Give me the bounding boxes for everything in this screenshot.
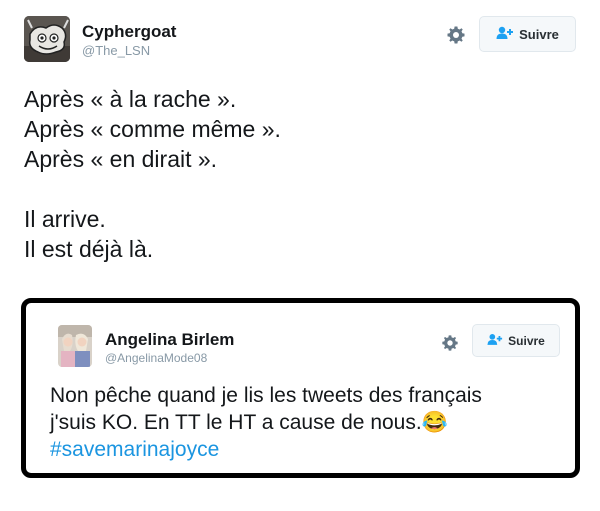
- laughing-emoji-icon: 😂: [421, 411, 448, 434]
- quoted-tweet-line: Non pêche quand je lis les tweets des fr…: [50, 384, 482, 407]
- quoted-user-name[interactable]: Angelina Birlem: [105, 330, 234, 350]
- avatar[interactable]: [24, 16, 70, 62]
- gear-icon[interactable]: [441, 334, 459, 352]
- add-user-icon: [496, 26, 514, 43]
- quoted-tweet-line: j'suis KO. En TT le HT a cause de nous.😂: [50, 409, 482, 436]
- tweet-line: Après « en dirait ».: [24, 146, 218, 172]
- tweet-line: Il est déjà là.: [24, 236, 154, 262]
- quoted-tweet-text: Non pêche quand je lis les tweets des fr…: [50, 382, 482, 463]
- tweet-header: Cyphergoat @The_LSN Suivre: [24, 14, 576, 62]
- hashtag-link[interactable]: #savemarinajoyce: [50, 436, 482, 463]
- gear-icon[interactable]: [446, 25, 466, 45]
- avatar[interactable]: [58, 325, 92, 367]
- follow-label: Suivre: [519, 26, 559, 42]
- user-handle[interactable]: @The_LSN: [82, 43, 150, 58]
- tweet-line: Il arrive.: [24, 206, 106, 232]
- tweet-text: Après « à la rache ». Après « comme même…: [24, 84, 281, 264]
- follow-button[interactable]: Suivre: [479, 16, 576, 52]
- follow-button[interactable]: Suivre: [472, 324, 560, 357]
- tweet-line: Après « à la rache ».: [24, 86, 237, 112]
- follow-label: Suivre: [508, 333, 545, 348]
- add-user-icon: [487, 333, 503, 349]
- tweet-line: Après « comme même ».: [24, 116, 281, 142]
- quoted-user-handle[interactable]: @AngelinaMode08: [105, 351, 207, 365]
- quoted-tweet-line-text: j'suis KO. En TT le HT a cause de nous.: [50, 411, 422, 434]
- quoted-tweet-card[interactable]: Angelina Birlem @AngelinaMode08 Suivre N…: [21, 298, 580, 478]
- user-name[interactable]: Cyphergoat: [82, 22, 176, 42]
